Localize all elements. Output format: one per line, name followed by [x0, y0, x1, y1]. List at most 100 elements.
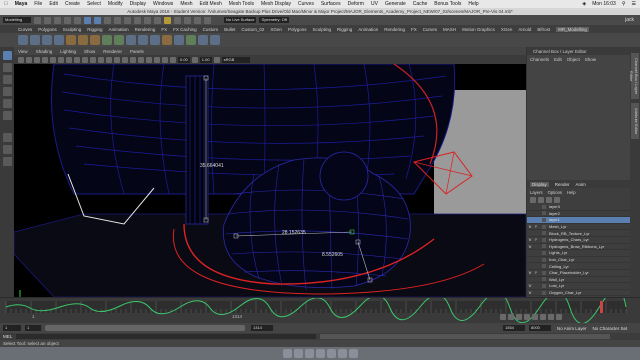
- paint-select-icon[interactable]: [2, 75, 12, 84]
- layer-row[interactable]: layer1: [527, 217, 630, 224]
- select-component-icon[interactable]: [104, 16, 111, 24]
- camera-attributes-icon[interactable]: [26, 56, 32, 63]
- photos-icon[interactable]: [326, 349, 336, 358]
- wireframe-icon[interactable]: [98, 56, 104, 63]
- shelf-tab-mr-modelling[interactable]: MR_Modelling: [556, 26, 589, 32]
- layer-row[interactable]: layer3: [527, 204, 630, 211]
- menu-list-icon[interactable]: ☰: [632, 1, 636, 7]
- shelf-tab-custom[interactable]: Custom: [203, 27, 219, 32]
- shelf-tab-sculpting[interactable]: Sculpting: [63, 27, 82, 32]
- shelf-tab-fx-2[interactable]: FX: [411, 27, 417, 32]
- scene-wireframe[interactable]: [14, 64, 526, 297]
- go-to-start-icon[interactable]: [500, 314, 506, 320]
- menu-select[interactable]: Select: [87, 1, 101, 7]
- snap-curve-icon[interactable]: [124, 16, 131, 24]
- start-time-field[interactable]: 1: [3, 325, 21, 331]
- textured-icon[interactable]: [122, 56, 128, 63]
- new-layer-from-selection-icon[interactable]: [554, 197, 560, 203]
- select-object-icon[interactable]: [94, 16, 101, 24]
- center-pivot-icon[interactable]: [186, 35, 196, 45]
- snap-grid-icon[interactable]: [114, 16, 121, 24]
- grid-icon[interactable]: [50, 56, 56, 63]
- live-surface-field[interactable]: No Live Surface: [224, 17, 257, 23]
- delete-history-icon[interactable]: [210, 35, 220, 45]
- gate-mask-icon[interactable]: [74, 56, 80, 63]
- shelf-tab-polygons[interactable]: Polygons: [38, 27, 57, 32]
- separate-icon[interactable]: [150, 35, 160, 45]
- shelf-tab-custom-02[interactable]: Custom_02: [241, 27, 264, 32]
- command-input[interactable]: [16, 334, 317, 339]
- layer-menu-help[interactable]: Help: [567, 190, 576, 195]
- layer-playback-toggle[interactable]: P: [533, 224, 539, 229]
- poly-plane-icon[interactable]: [54, 35, 64, 45]
- layer-row[interactable]: V Hydrogens_Brow_Ribbons_Lyr: [527, 244, 630, 251]
- layer-color-swatch[interactable]: [542, 264, 546, 269]
- panel-menu-show[interactable]: Show: [84, 49, 95, 54]
- film-gate-icon[interactable]: [58, 56, 64, 63]
- shelf-tab-arnold[interactable]: Arnold: [518, 27, 531, 32]
- shelf-tab-sculpting-2[interactable]: Sculpting: [312, 27, 331, 32]
- menu-edit[interactable]: Edit: [49, 1, 58, 7]
- shelf-tab-rendering[interactable]: Rendering: [135, 27, 156, 32]
- step-back-key-icon[interactable]: [508, 314, 514, 320]
- colorspace-dropdown[interactable]: sRGB gamma: [221, 56, 250, 68]
- play-back-icon[interactable]: [524, 314, 530, 320]
- field-chart-icon[interactable]: [82, 56, 88, 63]
- new-scene-icon[interactable]: [34, 16, 41, 24]
- safe-action-icon[interactable]: [90, 56, 96, 63]
- shelf-tab-fx[interactable]: FX: [161, 27, 167, 32]
- app-menu[interactable]: Maya: [15, 1, 28, 7]
- layer-color-swatch[interactable]: [542, 290, 546, 295]
- layer-color-swatch[interactable]: [542, 204, 546, 209]
- redo-icon[interactable]: [74, 16, 81, 24]
- mirror-icon[interactable]: [174, 35, 184, 45]
- bookmark-icon[interactable]: [34, 56, 40, 63]
- step-forward-frame-icon[interactable]: [540, 314, 546, 320]
- step-back-frame-icon[interactable]: [516, 314, 522, 320]
- time-slider-track[interactable]: [0, 288, 640, 324]
- search-icon[interactable]: ⚲: [622, 1, 626, 7]
- clock[interactable]: Mon 16:03: [592, 1, 616, 7]
- layer-color-swatch[interactable]: [542, 231, 546, 236]
- panel-menu-renderer[interactable]: Renderer: [103, 49, 122, 54]
- resolution-gate-icon[interactable]: [66, 56, 72, 63]
- ipr-render-icon[interactable]: [194, 16, 201, 24]
- finder-icon[interactable]: [282, 349, 292, 358]
- select-tool-icon[interactable]: [2, 51, 12, 60]
- isolate-select-icon[interactable]: [162, 56, 168, 63]
- shelf-tab-rigging[interactable]: Rigging: [87, 27, 102, 32]
- range-slider-bar[interactable]: [45, 325, 245, 331]
- open-scene-icon[interactable]: [44, 16, 51, 24]
- shadows-icon[interactable]: [138, 56, 144, 63]
- layer-playback-toggle[interactable]: P: [533, 270, 539, 275]
- menu-surfaces[interactable]: Surfaces: [321, 1, 341, 7]
- shelf-tab-motion-graphics[interactable]: Motion Graphics: [462, 27, 495, 32]
- safari-icon[interactable]: [304, 349, 314, 358]
- mel-label[interactable]: MEL: [3, 334, 12, 339]
- menu-windows[interactable]: Windows: [153, 1, 173, 7]
- shelf-tab-curves[interactable]: Curves: [18, 27, 32, 32]
- exposure-field[interactable]: 0.00: [178, 56, 190, 63]
- symmetry-field[interactable]: Symmetry: Off: [259, 17, 289, 23]
- shelf-tab-xgen[interactable]: XGen: [270, 27, 282, 32]
- layer-row[interactable]: V Oxygen_Char_Lyr: [527, 290, 630, 297]
- lights-icon[interactable]: [130, 56, 136, 63]
- layer-row[interactable]: V Lost_Lyr: [527, 283, 630, 290]
- combine-icon[interactable]: [138, 35, 148, 45]
- wifi-icon[interactable]: ◈: [582, 1, 586, 7]
- bridge-icon[interactable]: [90, 35, 100, 45]
- layer-row[interactable]: V P Char_Placeholder_Lyr: [527, 270, 630, 277]
- layer-row[interactable]: Wall_Lyr: [527, 277, 630, 284]
- insert-edge-loop-icon[interactable]: [114, 35, 124, 45]
- layer-color-swatch[interactable]: [542, 250, 546, 255]
- smooth-shade-icon[interactable]: [106, 56, 112, 63]
- layer-row[interactable]: layer2: [527, 211, 630, 218]
- mail-icon[interactable]: [315, 349, 325, 358]
- layer-color-swatch[interactable]: [542, 217, 546, 222]
- layer-color-swatch[interactable]: [542, 237, 546, 242]
- shelf-tab-polygons-2[interactable]: Polygons: [288, 27, 307, 32]
- layer-color-swatch[interactable]: [542, 257, 546, 262]
- anti-alias-icon[interactable]: [154, 56, 160, 63]
- range-end-field[interactable]: 1314: [251, 325, 273, 331]
- camera-select-icon[interactable]: [18, 56, 24, 63]
